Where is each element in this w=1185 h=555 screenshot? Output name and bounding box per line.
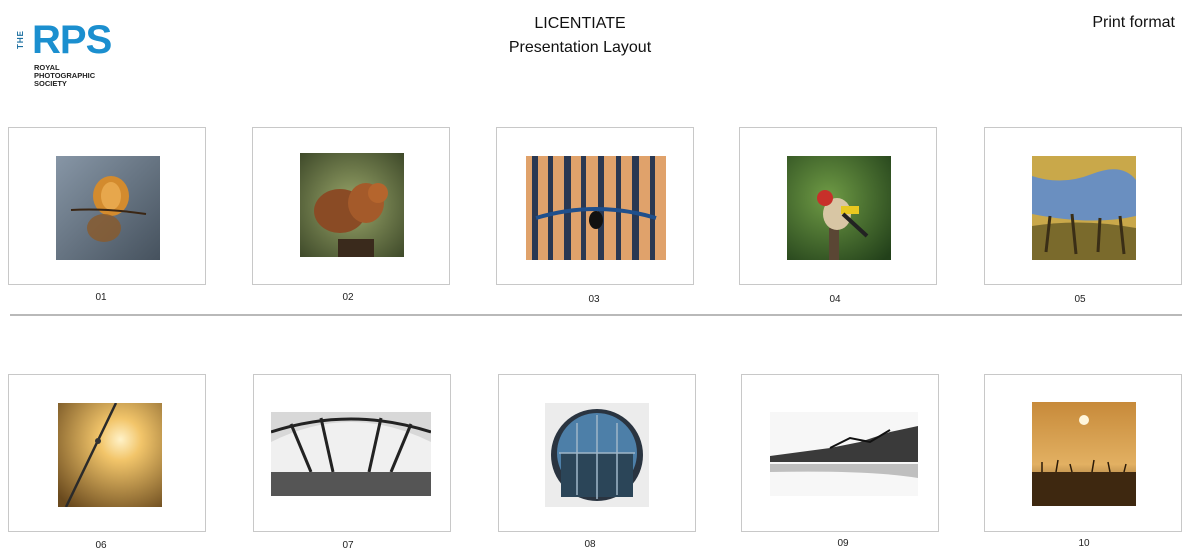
- print-mount-06[interactable]: [8, 374, 206, 532]
- label-05: 05: [1074, 294, 1086, 305]
- photo-07-architecture: [271, 412, 431, 496]
- format-label: Print format: [1092, 14, 1175, 31]
- label-02: 02: [342, 292, 354, 303]
- page-title: LICENTIATE Presentation Layout: [480, 12, 680, 60]
- photo-06-sun-twig: [58, 403, 162, 507]
- row-divider: [10, 314, 1182, 316]
- print-mount-09[interactable]: [741, 374, 939, 532]
- print-mount-02[interactable]: [252, 127, 450, 285]
- print-mount-03[interactable]: [496, 127, 694, 285]
- photo-09-coastline: [770, 412, 918, 496]
- photo-08-circular-window: [545, 403, 649, 507]
- title-line1: LICENTIATE: [534, 15, 626, 32]
- photo-01-seed-pod: [56, 156, 160, 260]
- logo-the: THE: [16, 30, 25, 50]
- print-mount-10[interactable]: [984, 374, 1182, 532]
- logo-mark: RPS: [32, 18, 112, 62]
- photo-04-goldfinch: [787, 156, 891, 260]
- photo-03-water-reflections: [526, 156, 666, 260]
- photo-02-squirrel: [300, 153, 404, 257]
- photo-10-misty-sunrise: [1032, 402, 1136, 506]
- label-01: 01: [95, 292, 107, 303]
- print-mount-01[interactable]: [8, 127, 206, 285]
- label-03: 03: [588, 294, 600, 305]
- label-07: 07: [342, 540, 354, 551]
- label-09: 09: [837, 538, 849, 549]
- photo-05-tree-reflection: [1032, 156, 1136, 260]
- print-mount-04[interactable]: [739, 127, 937, 285]
- logo-org-line3: SOCIETY: [34, 79, 67, 88]
- title-line2: Presentation Layout: [508, 39, 652, 56]
- label-10: 10: [1078, 538, 1090, 549]
- print-mount-07[interactable]: [253, 374, 451, 532]
- rps-logo: THE RPS ROYAL PHOTOGRAPHIC SOCIETY: [14, 18, 124, 94]
- logo-org-name: ROYAL PHOTOGRAPHIC SOCIETY: [34, 64, 124, 88]
- print-mount-08[interactable]: [498, 374, 696, 532]
- label-08: 08: [584, 539, 596, 550]
- print-mount-05[interactable]: [984, 127, 1182, 285]
- label-04: 04: [829, 294, 841, 305]
- label-06: 06: [95, 540, 107, 551]
